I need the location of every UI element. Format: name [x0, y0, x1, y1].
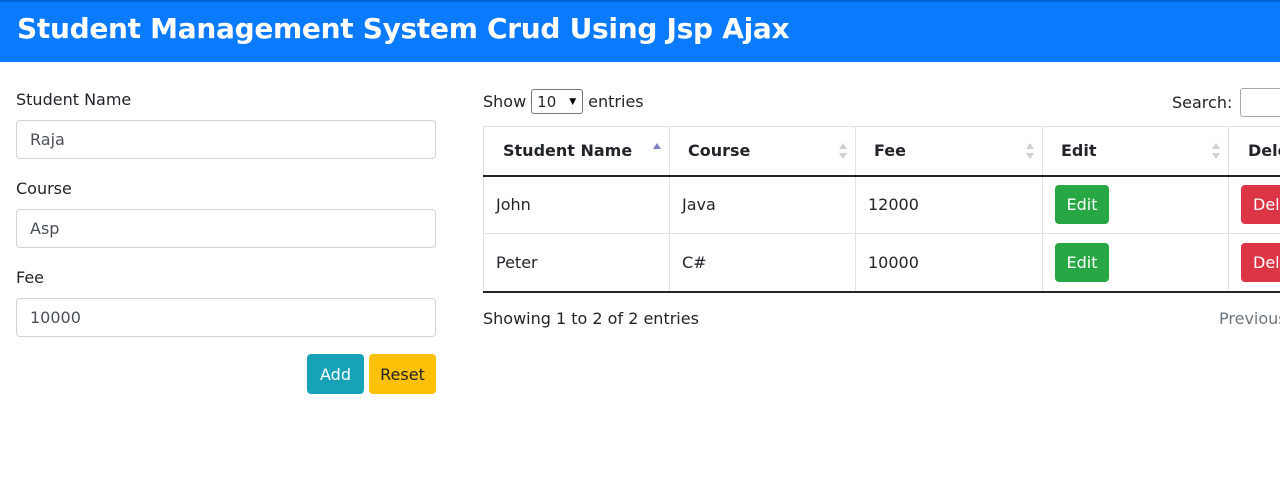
column-header-label: Course	[688, 141, 751, 161]
entries-label: entries	[588, 92, 644, 111]
entries-select-value: 10	[537, 92, 557, 111]
reset-button[interactable]: Reset	[369, 354, 436, 394]
course-label: Course	[16, 179, 72, 198]
table-row: Peter C# 10000 Edit Delete	[483, 233, 1280, 293]
column-header-edit[interactable]: Edit	[1042, 126, 1229, 177]
sort-icon	[1026, 143, 1034, 159]
students-table-wrapper: Student Name Course Fee Edit Delete	[483, 126, 1280, 293]
sort-icon	[1212, 143, 1220, 159]
cell-edit: Edit	[1042, 233, 1229, 293]
page-title: Student Management System Crud Using Jsp…	[17, 12, 790, 45]
student-name-input[interactable]	[16, 120, 436, 159]
previous-page-button[interactable]: Previous	[1219, 309, 1280, 328]
cell-student-name: Peter	[483, 233, 670, 293]
column-header-label: Fee	[874, 141, 906, 161]
column-header-label: Edit	[1061, 141, 1097, 161]
search-control: Search:	[1172, 88, 1280, 117]
column-header-label: Delete	[1248, 141, 1280, 161]
column-header-student-name[interactable]: Student Name	[483, 126, 670, 177]
column-header-label: Student Name	[503, 141, 633, 161]
search-input[interactable]	[1240, 88, 1280, 117]
delete-button[interactable]: Delete	[1241, 185, 1280, 225]
cell-edit: Edit	[1042, 175, 1229, 234]
table-header-row: Student Name Course Fee Edit Delete	[483, 126, 1280, 177]
student-name-label: Student Name	[16, 90, 132, 109]
column-header-delete[interactable]: Delete	[1228, 126, 1280, 177]
cell-fee: 10000	[855, 233, 1043, 293]
add-button[interactable]: Add	[307, 354, 364, 394]
show-label: Show	[483, 92, 527, 111]
app-header: Student Management System Crud Using Jsp…	[0, 0, 1280, 62]
cell-student-name: John	[483, 175, 670, 234]
sort-icon	[839, 143, 847, 159]
delete-button[interactable]: Delete	[1241, 242, 1280, 282]
table-info: Showing 1 to 2 of 2 entries	[483, 309, 699, 328]
fee-label: Fee	[16, 268, 45, 287]
cell-course: C#	[669, 233, 856, 293]
cell-fee: 12000	[855, 175, 1043, 234]
entries-length-control: Show 10 ▼ entries	[483, 89, 644, 114]
search-label: Search:	[1172, 93, 1233, 112]
cell-delete: Delete	[1228, 175, 1280, 234]
cell-course: Java	[669, 175, 856, 234]
edit-button[interactable]: Edit	[1055, 242, 1109, 282]
entries-select[interactable]: 10 ▼	[531, 89, 584, 114]
column-header-fee[interactable]: Fee	[855, 126, 1043, 177]
sort-ascending-icon	[653, 143, 661, 149]
fee-input[interactable]	[16, 298, 436, 337]
course-input[interactable]	[16, 209, 436, 248]
column-header-course[interactable]: Course	[669, 126, 856, 177]
edit-button[interactable]: Edit	[1055, 185, 1109, 225]
table-row: John Java 12000 Edit Delete	[483, 175, 1280, 234]
chevron-down-icon: ▼	[569, 96, 577, 107]
students-table: Student Name Course Fee Edit Delete	[483, 126, 1280, 293]
cell-delete: Delete	[1228, 233, 1280, 293]
